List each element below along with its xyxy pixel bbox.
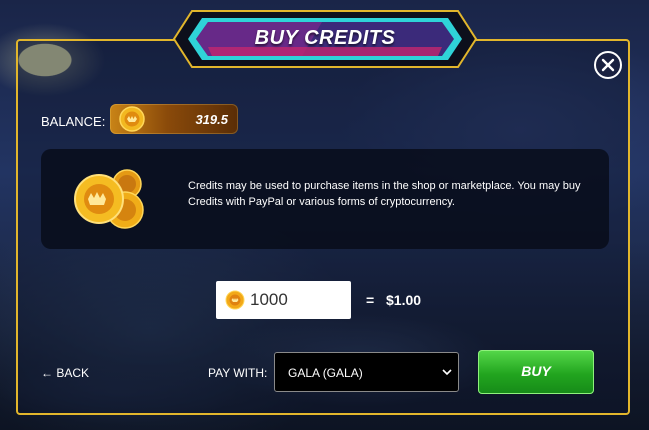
pay-with-label: PAY WITH: (208, 366, 268, 380)
coin-icon (119, 106, 145, 132)
close-button[interactable] (594, 51, 622, 79)
coins-stack-icon (74, 169, 144, 229)
dialog-title: BUY CREDITS (254, 27, 396, 49)
equals-sign: = (366, 292, 375, 308)
close-icon (601, 58, 615, 72)
chevron-down-icon (442, 369, 452, 376)
title-banner: BUY CREDITS (172, 9, 478, 69)
credit-amount-input[interactable] (250, 289, 345, 311)
info-panel: Credits may be used to purchase items in… (41, 149, 609, 249)
coin-icon (225, 290, 245, 310)
pay-with-selected: GALA (GALA) (288, 366, 363, 380)
credit-amount-field[interactable] (216, 281, 351, 319)
balance-value: 319.5 (195, 112, 228, 127)
balance-display: 319.5 (110, 104, 238, 134)
balance-label: BALANCE: (41, 114, 106, 129)
buy-button[interactable]: BUY (478, 350, 594, 394)
price-value: $1.00 (386, 292, 422, 308)
pay-with-select[interactable]: GALA (GALA) (274, 352, 459, 392)
back-link[interactable]: ← BACK (41, 366, 89, 380)
info-description: Credits may be used to purchase items in… (188, 180, 581, 208)
buy-button-label: BUY (521, 363, 551, 379)
